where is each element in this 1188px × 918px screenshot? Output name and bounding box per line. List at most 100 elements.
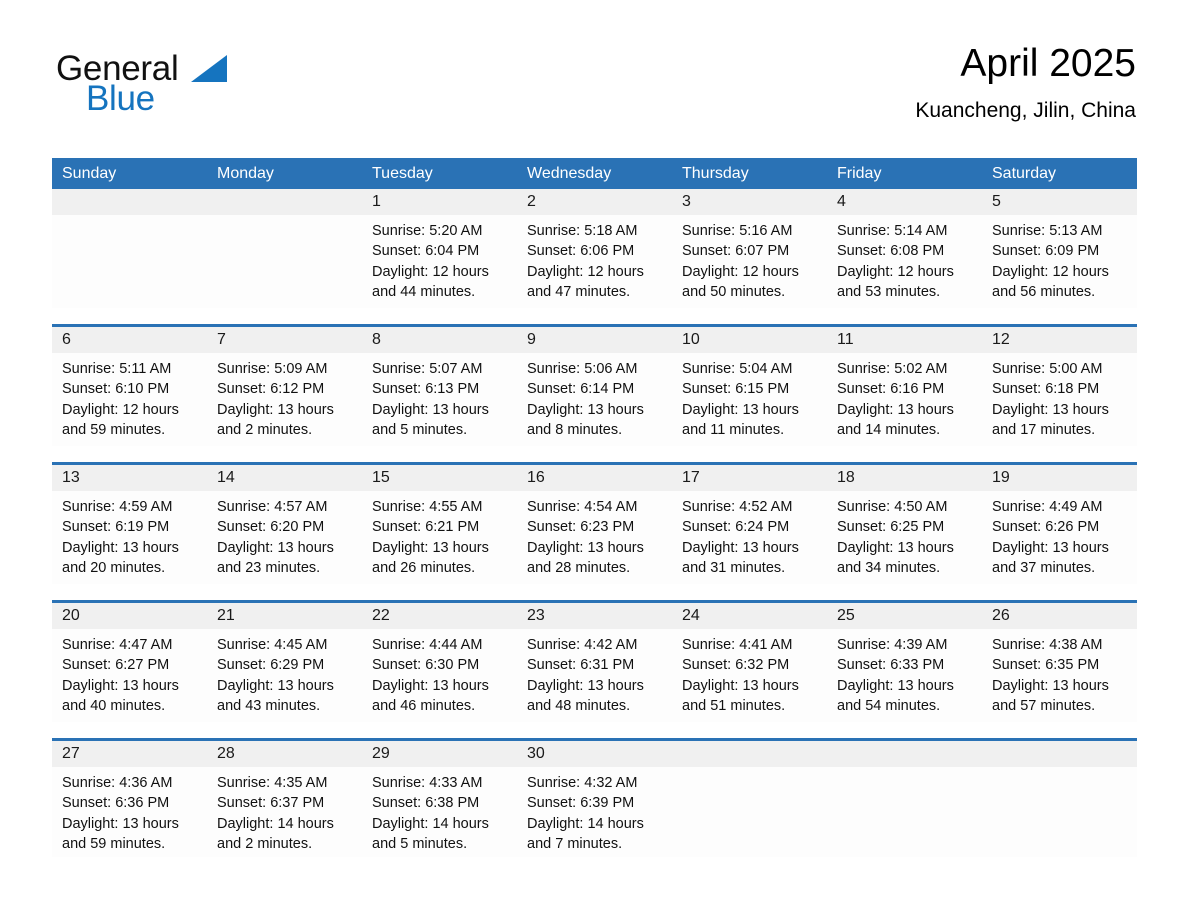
calendar-day-cell-empty (827, 741, 982, 857)
daylight-text: Daylight: 13 hours and 54 minutes. (837, 677, 954, 714)
calendar-day-cell[interactable]: 25 Sunrise: 4:39 AM Sunset: 6:33 PM Dayligh… (827, 603, 982, 722)
calendar-day-cell[interactable]: 24 Sunrise: 4:41 AM Sunset: 6:32 PM Dayligh… (672, 603, 827, 722)
sunrise-text: Sunrise: 5:06 AM (527, 361, 638, 377)
sunrise-text: Sunrise: 4:41 AM (682, 637, 793, 653)
calendar-day-cell[interactable]: 30 Sunrise: 4:32 AM Sunset: 6:39 PM Dayligh… (517, 741, 672, 857)
day-number: 9 (517, 327, 672, 353)
calendar-day-cell[interactable]: 17 Sunrise: 4:52 AM Sunset: 6:24 PM Dayligh… (672, 465, 827, 584)
day-number: 1 (362, 189, 517, 215)
calendar-day-cell[interactable]: 20 Sunrise: 4:47 AM Sunset: 6:27 PM Dayligh… (52, 603, 207, 722)
day-number: 22 (362, 603, 517, 629)
sunrise-text: Sunrise: 4:33 AM (372, 775, 483, 791)
brand-logo[interactable]: General Blue (52, 50, 272, 130)
sunset-text: Sunset: 6:08 PM (837, 243, 945, 260)
sunrise-text: Sunrise: 4:35 AM (217, 775, 328, 791)
sunset-text: Sunset: 6:24 PM (682, 519, 790, 536)
sunrise-text: Sunrise: 4:59 AM (62, 499, 173, 515)
week-spacer (52, 308, 1137, 324)
daylight-text: Daylight: 13 hours and 17 minutes. (992, 401, 1109, 438)
daylight-text: Daylight: 13 hours and 28 minutes. (527, 539, 644, 576)
calendar-day-cell[interactable]: 10 Sunrise: 5:04 AM Sunset: 6:15 PM Dayligh… (672, 327, 827, 446)
day-details: Sunrise: 4:36 AM Sunset: 6:36 PM Daylight:… (52, 767, 207, 854)
calendar-day-cell[interactable]: 29 Sunrise: 4:33 AM Sunset: 6:38 PM Dayligh… (362, 741, 517, 857)
day-details: Sunrise: 4:44 AM Sunset: 6:30 PM Daylight:… (362, 629, 517, 716)
sunrise-text: Sunrise: 4:44 AM (372, 637, 483, 653)
sunrise-text: Sunrise: 5:18 AM (527, 223, 638, 239)
daylight-text: Daylight: 13 hours and 59 minutes. (62, 815, 179, 852)
calendar-day-cell[interactable]: 23 Sunrise: 4:42 AM Sunset: 6:31 PM Dayligh… (517, 603, 672, 722)
calendar-day-cell[interactable]: 12 Sunrise: 5:00 AM Sunset: 6:18 PM Dayligh… (982, 327, 1137, 446)
daylight-text: Daylight: 12 hours and 56 minutes. (992, 263, 1109, 300)
daylight-text: Daylight: 12 hours and 53 minutes. (837, 263, 954, 300)
calendar-week-row: 27 Sunrise: 4:36 AM Sunset: 6:36 PM Dayligh… (52, 738, 1137, 857)
day-number: 20 (52, 603, 207, 629)
daylight-text: Daylight: 14 hours and 5 minutes. (372, 815, 489, 852)
day-details: Sunrise: 4:39 AM Sunset: 6:33 PM Daylight:… (827, 629, 982, 716)
weekday-header-wednesday: Wednesday (527, 165, 612, 182)
daylight-text: Daylight: 13 hours and 26 minutes. (372, 539, 489, 576)
calendar-day-cell[interactable]: 5 Sunrise: 5:13 AM Sunset: 6:09 PM Daylight… (982, 189, 1137, 308)
calendar-day-cell[interactable]: 13 Sunrise: 4:59 AM Sunset: 6:19 PM Dayligh… (52, 465, 207, 584)
calendar-day-cell[interactable]: 6 Sunrise: 5:11 AM Sunset: 6:10 PM Daylight… (52, 327, 207, 446)
calendar-day-cell[interactable]: 28 Sunrise: 4:35 AM Sunset: 6:37 PM Dayligh… (207, 741, 362, 857)
calendar-day-cell[interactable]: 27 Sunrise: 4:36 AM Sunset: 6:36 PM Dayligh… (52, 741, 207, 857)
sunset-text: Sunset: 6:36 PM (62, 795, 170, 812)
calendar-day-cell[interactable]: 2 Sunrise: 5:18 AM Sunset: 6:06 PM Daylight… (517, 189, 672, 308)
calendar-day-cell[interactable]: 8 Sunrise: 5:07 AM Sunset: 6:13 PM Daylight… (362, 327, 517, 446)
sunset-text: Sunset: 6:15 PM (682, 381, 790, 398)
calendar-day-cell[interactable]: 14 Sunrise: 4:57 AM Sunset: 6:20 PM Dayligh… (207, 465, 362, 584)
day-details: Sunrise: 4:42 AM Sunset: 6:31 PM Daylight:… (517, 629, 672, 716)
sunset-text: Sunset: 6:12 PM (217, 381, 325, 398)
weekday-header-tuesday: Tuesday (372, 165, 433, 182)
sunrise-text: Sunrise: 5:00 AM (992, 361, 1103, 377)
day-details: Sunrise: 4:32 AM Sunset: 6:39 PM Daylight:… (517, 767, 672, 854)
day-number: 28 (207, 741, 362, 767)
day-number: 14 (207, 465, 362, 491)
daylight-text: Daylight: 14 hours and 2 minutes. (217, 815, 334, 852)
day-number: 13 (52, 465, 207, 491)
sunrise-text: Sunrise: 5:04 AM (682, 361, 793, 377)
day-number: 23 (517, 603, 672, 629)
daylight-text: Daylight: 13 hours and 11 minutes. (682, 401, 799, 438)
day-number: 18 (827, 465, 982, 491)
daylight-text: Daylight: 13 hours and 34 minutes. (837, 539, 954, 576)
calendar-day-cell[interactable]: 3 Sunrise: 5:16 AM Sunset: 6:07 PM Daylight… (672, 189, 827, 308)
weekday-header-row: Sunday Monday Tuesday Wednesday Thursday Frid… (52, 158, 1137, 189)
calendar-table: Sunday Monday Tuesday Wednesday Thursday Frid… (52, 158, 1137, 857)
calendar-day-cell[interactable]: 15 Sunrise: 4:55 AM Sunset: 6:21 PM Dayligh… (362, 465, 517, 584)
calendar-day-cell[interactable]: 11 Sunrise: 5:02 AM Sunset: 6:16 PM Dayligh… (827, 327, 982, 446)
calendar-day-cell[interactable]: 26 Sunrise: 4:38 AM Sunset: 6:35 PM Dayligh… (982, 603, 1137, 722)
sunset-text: Sunset: 6:31 PM (527, 657, 635, 674)
calendar-day-cell[interactable]: 18 Sunrise: 4:50 AM Sunset: 6:25 PM Dayligh… (827, 465, 982, 584)
daylight-text: Daylight: 13 hours and 37 minutes. (992, 539, 1109, 576)
calendar-day-cell[interactable]: 19 Sunrise: 4:49 AM Sunset: 6:26 PM Dayligh… (982, 465, 1137, 584)
calendar-day-cell[interactable]: 16 Sunrise: 4:54 AM Sunset: 6:23 PM Dayligh… (517, 465, 672, 584)
calendar-page: General Blue April 2025 Kuancheng, Jilin… (0, 0, 1188, 918)
sunset-text: Sunset: 6:14 PM (527, 381, 635, 398)
day-number: 8 (362, 327, 517, 353)
day-number: 19 (982, 465, 1137, 491)
sunset-text: Sunset: 6:10 PM (62, 381, 170, 398)
weekday-header-thursday: Thursday (682, 165, 749, 182)
day-details: Sunrise: 5:11 AM Sunset: 6:10 PM Daylight:… (52, 353, 207, 440)
calendar-day-cell[interactable]: 21 Sunrise: 4:45 AM Sunset: 6:29 PM Dayligh… (207, 603, 362, 722)
calendar-day-cell[interactable]: 4 Sunrise: 5:14 AM Sunset: 6:08 PM Daylight… (827, 189, 982, 308)
sunrise-text: Sunrise: 4:42 AM (527, 637, 638, 653)
calendar-day-cell[interactable]: 22 Sunrise: 4:44 AM Sunset: 6:30 PM Dayligh… (362, 603, 517, 722)
week-spacer (52, 584, 1137, 600)
day-details: Sunrise: 5:02 AM Sunset: 6:16 PM Daylight:… (827, 353, 982, 440)
day-details: Sunrise: 4:55 AM Sunset: 6:21 PM Daylight:… (362, 491, 517, 578)
sunrise-text: Sunrise: 4:55 AM (372, 499, 483, 515)
sunrise-text: Sunrise: 4:54 AM (527, 499, 638, 515)
weekday-header-monday: Monday (217, 165, 274, 182)
day-number: 4 (827, 189, 982, 215)
sunrise-text: Sunrise: 5:07 AM (372, 361, 483, 377)
day-number: 26 (982, 603, 1137, 629)
calendar-day-cell[interactable]: 7 Sunrise: 5:09 AM Sunset: 6:12 PM Daylight… (207, 327, 362, 446)
calendar-day-cell[interactable]: 9 Sunrise: 5:06 AM Sunset: 6:14 PM Daylight… (517, 327, 672, 446)
day-number: 30 (517, 741, 672, 767)
day-details: Sunrise: 5:00 AM Sunset: 6:18 PM Daylight:… (982, 353, 1137, 440)
weekday-header-saturday: Saturday (992, 165, 1057, 182)
sunset-text: Sunset: 6:23 PM (527, 519, 635, 536)
calendar-day-cell[interactable]: 1 Sunrise: 5:20 AM Sunset: 6:04 PM Daylight… (362, 189, 517, 308)
